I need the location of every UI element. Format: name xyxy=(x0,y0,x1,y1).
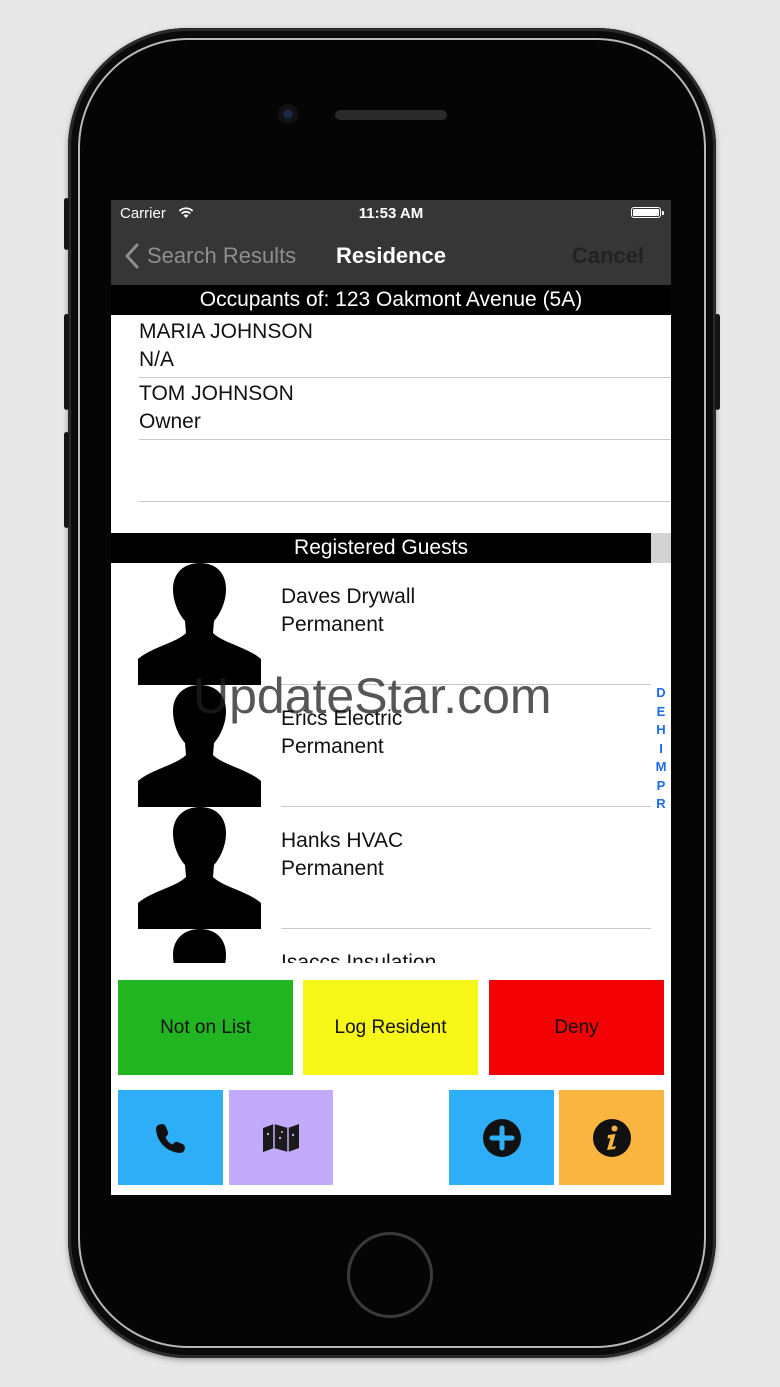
deny-label: Deny xyxy=(554,1016,599,1038)
registered-guests-header: Registered Guests xyxy=(111,533,651,563)
guest-type: Permanent xyxy=(281,735,384,758)
guest-list[interactable]: Daves Drywall Permanent Erics Electric P… xyxy=(111,563,671,963)
guest-type: Permanent xyxy=(281,857,384,880)
phone-icon xyxy=(155,1123,185,1153)
guest-name: Isaccs Insulation xyxy=(281,951,437,963)
index-letter-p[interactable]: P xyxy=(654,777,668,796)
empty-occupant-row xyxy=(139,439,671,502)
clock: 11:53 AM xyxy=(358,205,424,222)
log-resident-button[interactable]: Log Resident xyxy=(303,980,478,1075)
occupant-role: N/A xyxy=(139,348,175,371)
index-letter-m[interactable]: M xyxy=(654,758,668,777)
guest-row[interactable]: Hanks HVAC Permanent xyxy=(111,807,651,929)
guest-name: Daves Drywall xyxy=(281,585,416,608)
guest-name: Hanks HVAC xyxy=(281,829,404,852)
occupants-header: Occupants of: 123 Oakmont Avenue (5A) xyxy=(111,285,671,315)
index-letter-r[interactable]: R xyxy=(654,795,668,814)
call-button[interactable] xyxy=(118,1090,223,1185)
back-button-label: Search Results xyxy=(147,243,297,268)
index-letter-h[interactable]: H xyxy=(654,721,668,740)
not-on-list-label: Not on List xyxy=(160,1016,251,1038)
cancel-button[interactable]: Cancel xyxy=(572,243,644,269)
action-panel: Not on List Log Resident Deny xyxy=(111,963,671,1195)
page-title: Residence xyxy=(335,243,447,268)
info-icon xyxy=(592,1118,631,1157)
back-button[interactable]: Search Results xyxy=(125,241,296,271)
guest-type: Permanent xyxy=(281,613,384,636)
index-letter-i[interactable]: I xyxy=(654,740,668,759)
index-letter-e[interactable]: E xyxy=(654,703,668,722)
guest-row[interactable]: Isaccs Insulation xyxy=(111,929,651,963)
occupant-name: MARIA JOHNSON xyxy=(139,320,313,343)
plus-circle-icon xyxy=(482,1118,521,1157)
log-resident-label: Log Resident xyxy=(334,1016,447,1038)
battery-icon xyxy=(631,207,664,218)
status-bar: Carrier 11:53 AM xyxy=(111,200,671,226)
chevron-left-icon xyxy=(125,243,139,269)
occupants-list[interactable]: MARIA JOHNSON N/A TOM JOHNSON Owner xyxy=(111,315,671,533)
navigation-bar: Search Results Residence Cancel xyxy=(111,226,671,285)
front-camera xyxy=(278,104,298,124)
person-silhouette-icon xyxy=(173,929,226,963)
earpiece-speaker xyxy=(335,110,447,120)
deny-button[interactable]: Deny xyxy=(489,980,664,1075)
mute-switch xyxy=(64,198,69,250)
not-on-list-button[interactable]: Not on List xyxy=(118,980,293,1075)
volume-down-button xyxy=(64,432,69,528)
volume-up-button xyxy=(64,314,69,410)
map-button[interactable] xyxy=(229,1090,333,1185)
index-letter-d[interactable]: D xyxy=(654,684,668,703)
occupant-role: Owner xyxy=(139,410,201,433)
home-button[interactable] xyxy=(347,1232,433,1318)
watermark: UpdateStar.com xyxy=(193,668,552,724)
power-button xyxy=(715,314,720,410)
occupant-row[interactable]: MARIA JOHNSON N/A xyxy=(139,315,671,378)
scroll-indicator xyxy=(651,533,671,563)
info-button[interactable] xyxy=(559,1090,664,1185)
occupant-row[interactable]: TOM JOHNSON Owner xyxy=(139,377,671,440)
add-button[interactable] xyxy=(449,1090,554,1185)
person-silhouette-icon xyxy=(138,807,261,929)
map-icon xyxy=(263,1123,299,1152)
occupant-name: TOM JOHNSON xyxy=(139,382,294,405)
section-index[interactable]: D E H I M P R xyxy=(654,684,668,814)
